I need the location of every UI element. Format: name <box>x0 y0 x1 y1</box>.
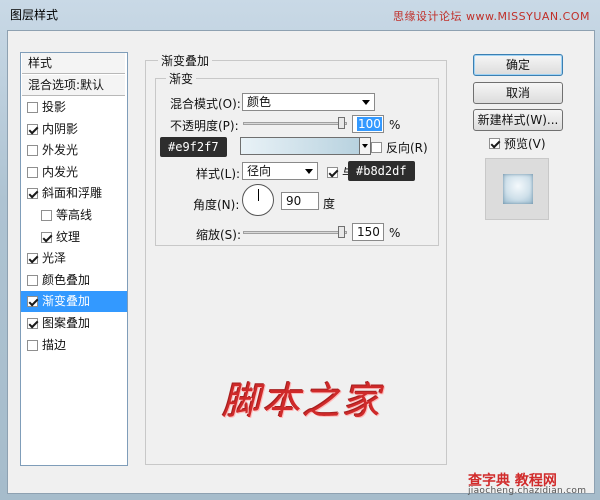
style-item-checkbox[interactable] <box>41 210 52 221</box>
style-item[interactable]: 纹理 <box>21 227 127 248</box>
style-item-checkbox[interactable] <box>27 339 38 351</box>
site-logo-text: 脚本之家 <box>222 379 383 423</box>
style-item-label: 内阴影 <box>42 121 79 136</box>
style-item-checkbox[interactable] <box>27 274 38 286</box>
scale-percent: % <box>389 226 401 240</box>
gradient-end-color-tag: #b8d2df <box>348 161 415 181</box>
new-style-button[interactable]: 新建样式(W)... <box>473 109 563 131</box>
opacity-percent: % <box>389 118 401 132</box>
style-item-checkbox[interactable] <box>27 145 38 157</box>
style-item[interactable]: 内阴影 <box>21 119 127 140</box>
style-item-checkbox[interactable] <box>27 102 38 113</box>
angle-input[interactable]: 90 <box>281 192 319 210</box>
scale-input[interactable]: 150 <box>352 223 384 241</box>
style-item-label: 纹理 <box>56 229 81 244</box>
scale-slider-thumb[interactable] <box>338 226 345 238</box>
style-item-label: 斜面和浮雕 <box>42 186 103 201</box>
gradient-style-select[interactable]: 径向 <box>242 162 318 180</box>
reverse-label: 反向(R) <box>386 141 428 155</box>
preview-label: 预览(V) <box>504 137 546 151</box>
style-preview-swatch <box>485 158 549 220</box>
angle-dial[interactable] <box>242 184 274 216</box>
preview-checkbox-row[interactable]: 预览(V) <box>489 135 546 152</box>
opacity-slider-thumb[interactable] <box>338 117 345 129</box>
top-watermark: 思缘设计论坛 www.MISSYUAN.COM <box>392 10 590 23</box>
style-item-label: 颜色叠加 <box>42 272 91 287</box>
style-item[interactable]: 描边 <box>21 335 127 356</box>
blend-mode-label: 混合模式(O): <box>170 97 241 111</box>
style-item-checkbox[interactable] <box>27 166 38 178</box>
style-item-label: 外发光 <box>42 143 79 158</box>
preview-thumbnail <box>503 174 533 204</box>
angle-degree-unit: 度 <box>323 197 336 211</box>
style-item-label: 投影 <box>42 100 67 114</box>
style-label: 样式(L): <box>196 167 241 181</box>
gradient-start-color-tag: #e9f2f7 <box>160 137 227 157</box>
style-item-label: 等高线 <box>56 208 93 222</box>
style-item-checkbox[interactable] <box>41 231 52 243</box>
blend-mode-select[interactable]: 颜色 <box>242 93 375 111</box>
opacity-value: 100 <box>357 117 382 131</box>
style-item-checkbox[interactable] <box>27 123 38 135</box>
gradient-overlay-title: 渐变叠加 <box>158 52 213 69</box>
style-item[interactable]: 图案叠加 <box>21 313 127 334</box>
opacity-slider-track[interactable] <box>243 122 347 125</box>
style-item[interactable]: 内发光 <box>21 162 127 183</box>
preview-checkbox[interactable] <box>489 138 500 149</box>
chevron-down-icon <box>305 169 313 174</box>
style-item-label: 光泽 <box>42 251 67 266</box>
gradient-style-value: 径向 <box>247 164 272 178</box>
scale-slider-track[interactable] <box>243 231 347 234</box>
style-item-checkbox[interactable] <box>27 318 38 329</box>
style-item[interactable]: 等高线 <box>21 205 127 226</box>
style-item[interactable]: 投影 <box>21 97 127 118</box>
title-bar: 图层样式 思缘设计论坛 www.MISSYUAN.COM <box>0 0 600 26</box>
style-item-label: 内发光 <box>42 164 79 179</box>
style-item-checkbox[interactable] <box>27 253 38 265</box>
style-item-label: 描边 <box>42 337 67 352</box>
style-item[interactable]: 渐变叠加 <box>21 291 127 313</box>
style-item-label: 渐变叠加 <box>42 294 91 309</box>
style-item[interactable]: 颜色叠加 <box>21 270 127 291</box>
style-item[interactable]: 光泽 <box>21 248 127 269</box>
bottom-watermark-url: jiaocheng.chazidian.com <box>468 486 587 496</box>
style-item[interactable]: 斜面和浮雕 <box>21 183 127 204</box>
opacity-input[interactable]: 100 <box>352 115 384 133</box>
blend-mode-value: 颜色 <box>247 95 272 109</box>
scale-label: 缩放(S): <box>196 228 242 242</box>
gradient-subgroup-title: 渐变 <box>166 70 197 87</box>
bottom-watermark: 查字典 教程网 jiaocheng.chazidian.com <box>468 470 598 498</box>
angle-label: 角度(N): <box>193 198 240 212</box>
gradient-dropdown-button[interactable] <box>360 137 371 155</box>
align-checkbox[interactable] <box>327 167 338 178</box>
style-item-checkbox[interactable] <box>27 188 38 200</box>
style-list: 样式 混合选项:默认 投影内阴影外发光内发光斜面和浮雕等高线纹理光泽颜色叠加渐变… <box>20 52 128 466</box>
window-title: 图层样式 <box>10 8 59 22</box>
reverse-checkbox-row[interactable]: 反向(R) <box>371 139 428 156</box>
reverse-checkbox[interactable] <box>371 142 382 153</box>
gradient-preview-bar[interactable] <box>240 137 360 155</box>
style-item-label: 图案叠加 <box>42 316 91 330</box>
opacity-label: 不透明度(P): <box>170 119 239 133</box>
ok-button[interactable]: 确定 <box>473 54 563 76</box>
blending-options-header[interactable]: 混合选项:默认 <box>22 75 125 96</box>
chevron-down-icon <box>362 100 370 105</box>
styles-header[interactable]: 样式 <box>22 53 125 74</box>
cancel-button[interactable]: 取消 <box>473 82 563 104</box>
style-item-checkbox[interactable] <box>27 296 38 308</box>
style-item[interactable]: 外发光 <box>21 140 127 161</box>
